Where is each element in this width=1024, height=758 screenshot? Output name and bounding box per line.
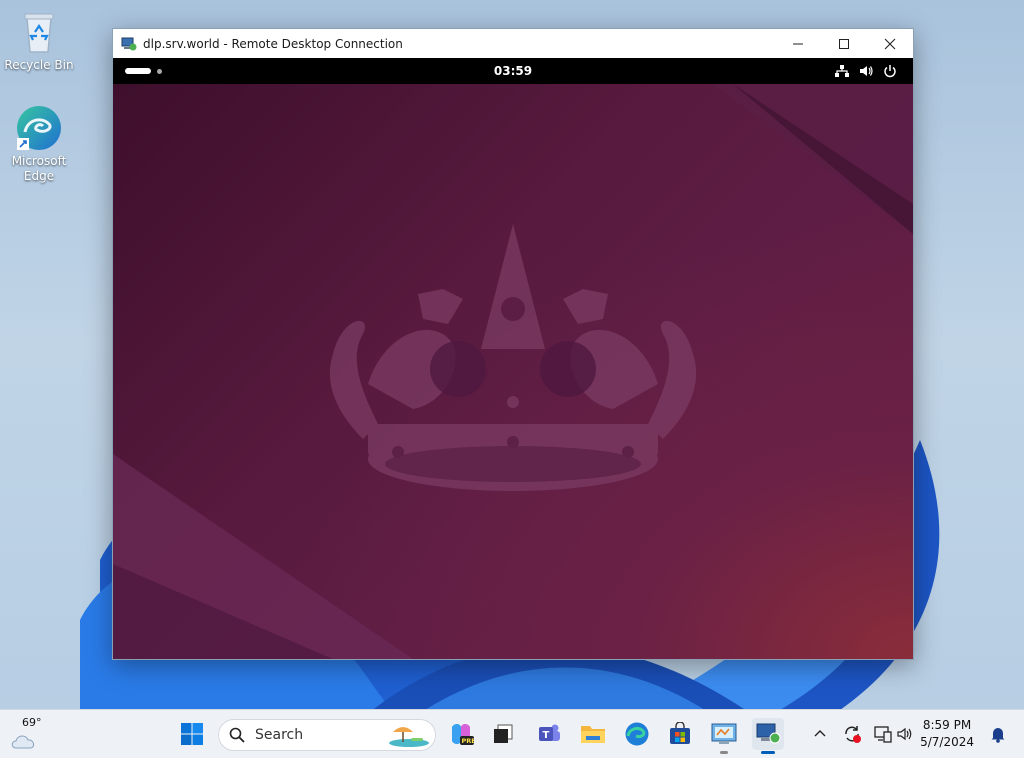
- recycle-bin-icon: [15, 8, 63, 56]
- store-taskbar-button[interactable]: [664, 718, 696, 750]
- teams-taskbar-button[interactable]: T: [533, 718, 565, 750]
- svg-text:PRE: PRE: [462, 737, 475, 745]
- speaker-icon: [897, 727, 912, 741]
- search-placeholder: Search: [255, 727, 304, 743]
- taskbar-clock[interactable]: 8:59 PM 5/7/2024: [920, 717, 974, 751]
- edge-icon: [15, 104, 63, 152]
- edge-desktop-icon[interactable]: Microsoft Edge: [2, 104, 76, 184]
- edge-taskbar-button[interactable]: [621, 718, 653, 750]
- search-highlight-beach-icon: [389, 727, 429, 747]
- show-hidden-icons-button[interactable]: [804, 718, 836, 750]
- weather-temperature: 69°: [22, 716, 42, 729]
- rdp-window-title: dlp.srv.world - Remote Desktop Connectio…: [143, 36, 403, 51]
- task-view-icon: [494, 724, 513, 743]
- taskbar-time: 8:59 PM: [922, 718, 972, 732]
- copilot-icon: PRE: [452, 724, 475, 745]
- windows-taskbar: 69° Search PRE T 8:59 PM 5/7/2024: [0, 709, 1024, 758]
- recycle-bin-label: Recycle Bin: [4, 58, 74, 72]
- remote-desktop-app-icon: [121, 37, 137, 50]
- network-icon[interactable]: [835, 64, 849, 78]
- remote-desktop-window[interactable]: dlp.srv.world - Remote Desktop Connectio…: [112, 28, 914, 660]
- ubuntu-desktop-wallpaper[interactable]: [113, 84, 913, 659]
- control-panel-icon: [711, 723, 737, 744]
- bell-icon: [991, 728, 1005, 743]
- remote-desktop-taskbar-button[interactable]: [752, 718, 784, 754]
- ubuntu-wallpaper-art: [113, 84, 913, 659]
- store-icon: [670, 722, 690, 744]
- power-icon[interactable]: [883, 64, 897, 78]
- running-indicator: [720, 751, 728, 754]
- active-app-indicator: [761, 751, 775, 754]
- start-button[interactable]: [176, 718, 208, 750]
- svg-text:T: T: [543, 730, 550, 741]
- rdp-titlebar[interactable]: dlp.srv.world - Remote Desktop Connectio…: [113, 29, 913, 58]
- copilot-taskbar-button[interactable]: PRE: [445, 718, 477, 750]
- remote-desktop-icon: [756, 723, 781, 744]
- chevron-up-icon: [814, 730, 826, 737]
- cloud-icon: [11, 735, 35, 749]
- maximize-icon: [839, 38, 849, 49]
- taskbar-search-box[interactable]: Search: [218, 719, 436, 751]
- edge-icon: [625, 722, 649, 746]
- minimize-icon: [793, 43, 803, 44]
- windows-logo-icon: [181, 723, 203, 745]
- close-icon: [884, 38, 896, 49]
- sync-status-button[interactable]: [836, 718, 868, 750]
- taskbar-date: 5/7/2024: [920, 735, 974, 749]
- gnome-clock[interactable]: 03:59: [113, 58, 913, 84]
- teams-icon: T: [539, 724, 560, 741]
- task-view-button[interactable]: [487, 718, 519, 750]
- quick-settings-button[interactable]: [868, 718, 920, 750]
- sync-alert-icon: [845, 726, 861, 743]
- recycle-bin-desktop-icon[interactable]: Recycle Bin: [2, 8, 76, 73]
- volume-icon[interactable]: [859, 64, 873, 78]
- minimize-button[interactable]: [775, 29, 821, 58]
- maximize-button[interactable]: [821, 29, 867, 58]
- notifications-button[interactable]: [982, 718, 1014, 750]
- network-monitor-icon: [874, 726, 892, 743]
- control-panel-taskbar-button[interactable]: [708, 718, 740, 754]
- gnome-top-bar: 03:59: [113, 58, 913, 84]
- folder-icon: [581, 726, 605, 743]
- edge-label: Microsoft Edge: [11, 154, 67, 183]
- close-button[interactable]: [867, 29, 913, 58]
- file-explorer-taskbar-button[interactable]: [577, 718, 609, 750]
- search-icon: [229, 727, 245, 743]
- weather-widget[interactable]: 69°: [8, 716, 48, 752]
